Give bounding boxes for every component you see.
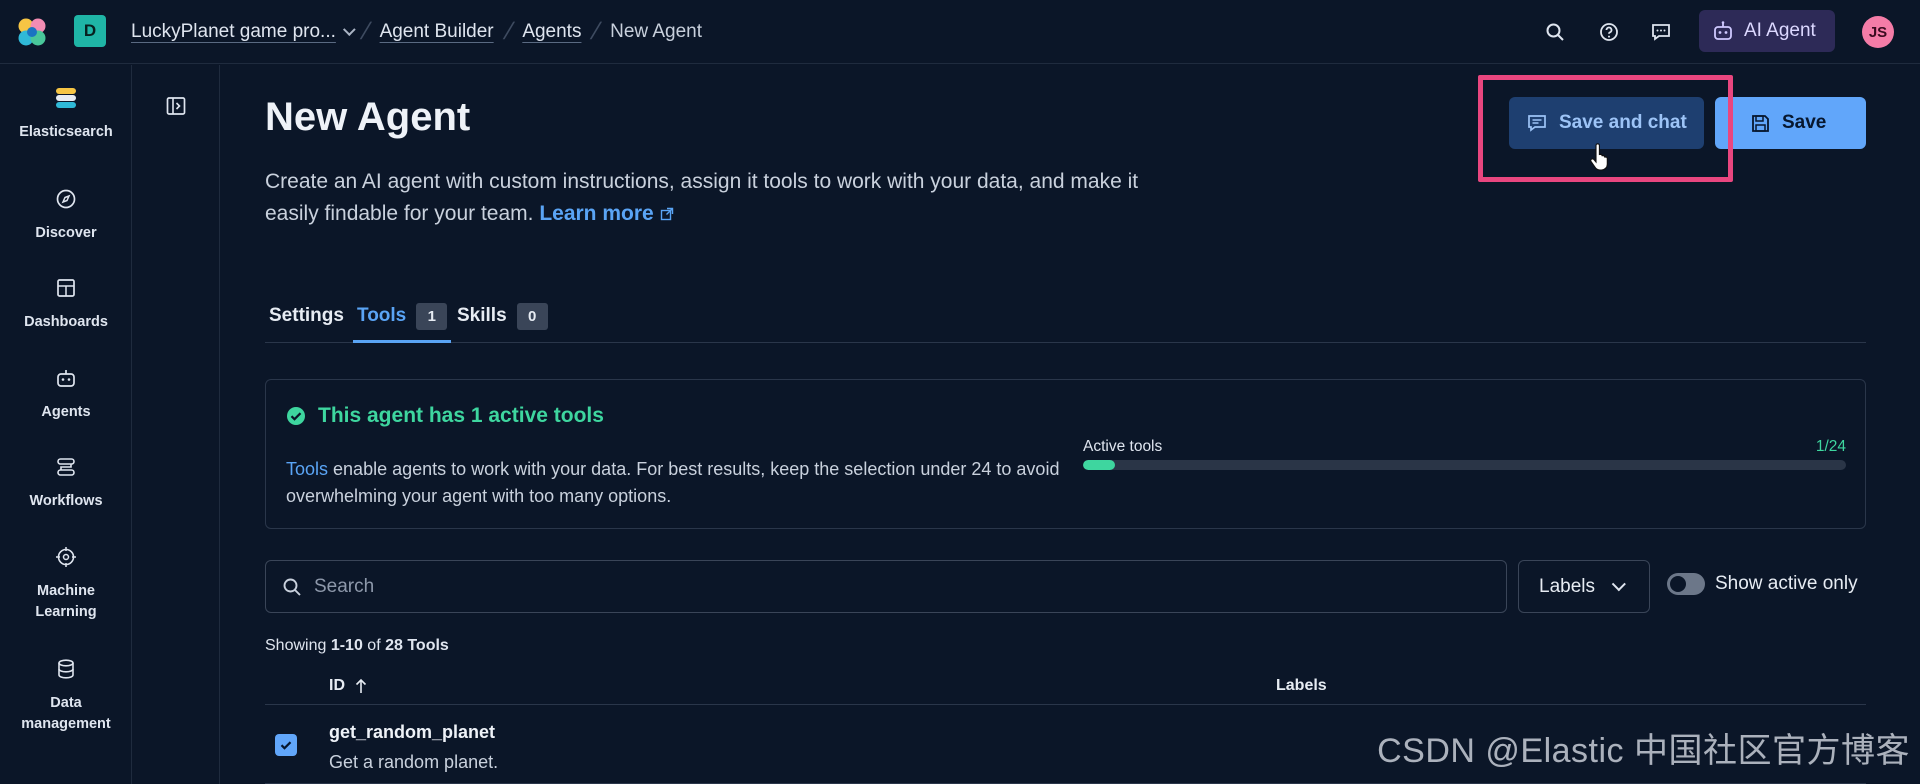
dashboard-icon [54,276,78,300]
expand-panel-icon[interactable] [163,93,189,119]
tab-label: Tools [357,305,407,326]
tab-label: Settings [269,305,344,326]
breadcrumb-project[interactable]: LuckyPlanet game pro... [131,21,336,43]
nav-item-label: Dashboards [24,314,108,330]
nav-item-label: Discover [35,225,97,241]
tool-id[interactable]: get_random_planet [329,722,495,743]
space-avatar[interactable]: D [74,15,106,47]
nav-item-workflows[interactable]: Workflows [0,455,132,512]
breadcrumb-current: New Agent [610,21,703,42]
table-header: ID Labels [265,665,1866,705]
save-icon [1752,114,1769,132]
progress-track [1083,460,1846,470]
breadcrumb: LuckyPlanet game pro... / Agent Builder … [131,0,702,64]
chevron-down-icon [1611,576,1626,591]
learn-more-link[interactable]: Learn more [539,202,673,225]
tab-skills[interactable]: Skills 0 [453,297,548,343]
column-header-id[interactable]: ID [329,677,367,695]
hand-cursor-icon [1590,143,1608,171]
database-icon [54,657,78,681]
tool-description: Get a random planet. [329,752,499,772]
search-field[interactable] [265,560,1507,613]
workflow-icon [54,455,78,479]
active-tools-description-text: enable agents to work with your data. Fo… [286,459,1060,506]
nav-item-label: Workflows [29,493,103,509]
nav-item-label: Machine Learning [35,583,97,620]
top-bar: D LuckyPlanet game pro... / Agent Builde… [0,0,1920,64]
sort-ascending-icon [355,678,367,693]
robot-icon [54,366,78,390]
column-header-labels: Labels [1276,677,1327,694]
results-count: Showing 1-10 of 28 Tools [265,637,449,654]
nav-item-elasticsearch[interactable]: Elasticsearch [0,86,132,143]
active-tools-progress: Active tools 1/24 [1083,438,1846,470]
tab-count-badge: 0 [516,303,548,330]
toggle-knob [1670,576,1686,592]
side-navigation: Elasticsearch Discover Dashboards Agents… [0,65,132,784]
progress-ratio: 1/24 [1815,438,1846,455]
save-label: Save [1782,112,1827,133]
save-and-chat-label: Save and chat [1559,112,1687,133]
row-checkbox[interactable] [275,734,297,756]
nav-item-label: Elasticsearch [19,124,113,140]
nav-item-label: Agents [41,404,91,420]
tools-link[interactable]: Tools [286,459,328,479]
tab-bar: Settings Tools 1 Skills 0 [265,297,1866,343]
show-active-only-control: Show active only [1667,573,1858,595]
nav-item-machine-learning[interactable]: Machine Learning [0,545,132,623]
breadcrumb-agents[interactable]: Agents [522,21,581,43]
breadcrumb-separator: / [500,18,516,45]
tab-label: Skills [457,305,507,326]
search-icon [283,578,301,596]
elastic-logo[interactable] [14,14,50,50]
active-tools-title: This agent has 1 active tools [286,404,604,428]
nav-item-data-management[interactable]: Data management [0,657,132,735]
nav-item-label: Data management [21,695,111,732]
robot-icon [1714,21,1732,40]
show-active-only-label[interactable]: Show active only [1715,573,1858,595]
progress-fill [1083,460,1115,470]
breadcrumb-separator: / [588,18,604,45]
brain-icon [54,545,78,569]
page-title: New Agent [265,95,471,139]
nav-item-discover[interactable]: Discover [0,187,132,244]
labels-filter-label: Labels [1539,575,1595,597]
show-active-only-toggle[interactable] [1667,573,1705,595]
active-tools-description: Tools enable agents to work with your da… [286,456,1066,510]
check-circle-icon [287,407,305,425]
chevron-down-icon[interactable] [342,22,356,36]
ai-agent-button[interactable]: AI Agent [1699,10,1835,52]
check-icon [280,741,292,750]
tab-tools[interactable]: Tools 1 [353,297,452,343]
main-content: New Agent Create an AI agent with custom… [221,65,1920,784]
external-link-icon [660,207,673,221]
active-tools-panel: This agent has 1 active tools Tools enab… [265,379,1866,529]
save-button[interactable]: Save [1715,97,1866,149]
labels-filter-button[interactable]: Labels [1518,560,1650,613]
tab-settings[interactable]: Settings [265,297,344,343]
secondary-panel [133,65,220,784]
search-input[interactable] [314,575,1464,598]
user-avatar[interactable]: JS [1862,16,1894,48]
compass-icon [54,187,78,211]
chat-icon [1528,115,1546,132]
breadcrumb-agent-builder[interactable]: Agent Builder [380,21,494,43]
breadcrumb-separator: / [357,18,374,45]
page-description-text: Create an AI agent with custom instructi… [265,170,1139,225]
table-row: get_random_planet Get a random planet. [265,706,1866,784]
save-and-chat-button[interactable]: Save and chat [1509,97,1704,149]
tab-count-badge: 1 [416,303,448,330]
feedback-icon[interactable] [1648,19,1674,45]
progress-label: Active tools [1083,438,1163,455]
search-icon[interactable] [1542,19,1568,45]
help-icon[interactable] [1596,19,1622,45]
ai-agent-label: AI Agent [1744,20,1816,41]
page-description: Create an AI agent with custom instructi… [265,166,1195,230]
active-tools-title-text: This agent has 1 active tools [318,404,604,427]
nav-item-dashboards[interactable]: Dashboards [0,276,132,333]
elasticsearch-icon [54,86,78,110]
nav-item-agents[interactable]: Agents [0,366,132,423]
